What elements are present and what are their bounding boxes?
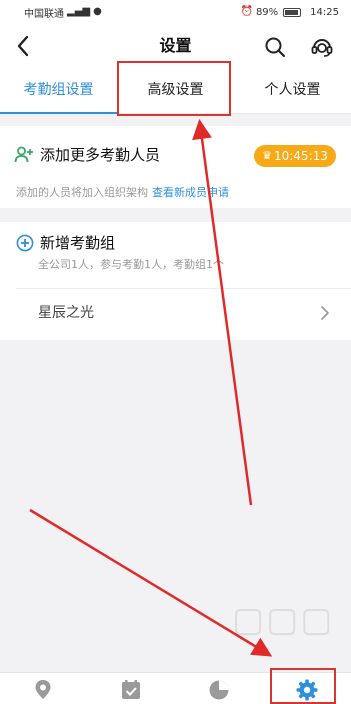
status-left: 中国联通 ▂▄▆ ● (24, 5, 102, 20)
countdown-badge: ♛ 10:45:13 (254, 145, 336, 167)
crown-icon: ♛ (262, 149, 272, 162)
add-member-button[interactable]: 添加更多考勤人员 (40, 145, 160, 165)
status-time: 14:25 (310, 6, 339, 18)
status-bar: 中国联通 ▂▄▆ ● ⏰ 89% 14:25 (0, 0, 351, 24)
add-member-note-text: 添加的人员将加入组织架构 (16, 186, 148, 199)
battery-percent: 89% (255, 6, 279, 18)
view-new-member-requests-link[interactable]: 查看新成员申请 (152, 186, 229, 199)
battery-icon (283, 7, 302, 17)
watermark: ▢▢▢ (232, 600, 335, 640)
countdown-time: 10:45:13 (273, 149, 328, 163)
message-icon: ● (93, 6, 102, 17)
signal-icon: ▂▄▆ (67, 6, 91, 17)
add-user-icon[interactable] (14, 145, 34, 165)
carrier-label: 中国联通 (24, 8, 64, 20)
add-member-note: 添加的人员将加入组织架构 查看新成员申请 (16, 185, 229, 201)
alarm-icon: ⏰ (240, 6, 253, 17)
location-icon[interactable] (31, 678, 55, 702)
group-name: 星辰之光 (38, 305, 94, 321)
plus-circle-icon[interactable] (16, 234, 34, 252)
tab-attendance-group-settings[interactable]: 考勤组设置 (0, 68, 117, 114)
back-arrow-icon[interactable] (14, 34, 34, 58)
tab-personal-settings[interactable]: 个人设置 (234, 68, 351, 113)
annotation-box-settings (270, 668, 336, 704)
stats-pie-icon[interactable] (207, 678, 231, 702)
chevron-right-icon (321, 306, 329, 320)
new-attendance-group-button[interactable]: 新增考勤组 (40, 233, 115, 253)
calendar-check-icon[interactable] (119, 678, 143, 702)
search-icon[interactable] (264, 36, 286, 58)
company-summary: 全公司1人，参与考勤1人，考勤组1个 (38, 258, 224, 271)
annotation-box-advanced (117, 61, 231, 116)
status-right: ⏰ 89% 14:25 (240, 7, 339, 18)
customer-service-icon[interactable] (310, 35, 334, 59)
list-item-attendance-group[interactable]: 星辰之光 (0, 289, 351, 339)
